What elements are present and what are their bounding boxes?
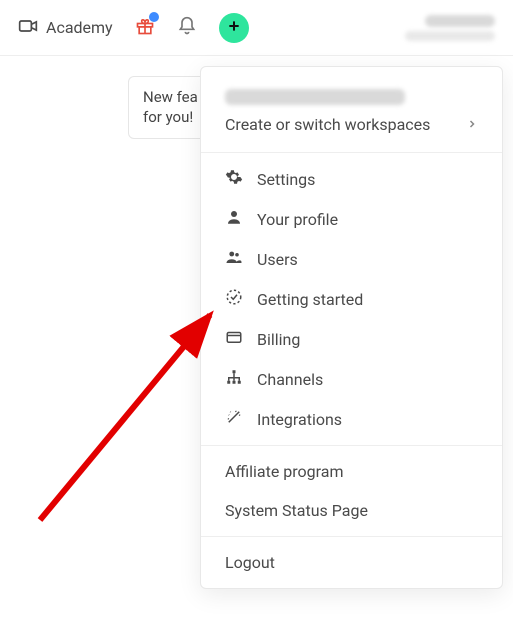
plus-icon	[226, 18, 242, 38]
menu-item-status[interactable]: System Status Page	[201, 491, 502, 530]
academy-label: Academy	[46, 18, 113, 37]
gear-icon	[225, 168, 243, 190]
user-menu-trigger[interactable]	[405, 15, 495, 41]
user-name-redacted	[425, 15, 495, 27]
notification-dot-icon	[149, 12, 159, 22]
menu-label: Integrations	[257, 410, 342, 429]
menu-label: Logout	[225, 553, 275, 572]
menu-label: Channels	[257, 370, 323, 389]
menu-label: Settings	[257, 170, 315, 189]
wand-icon	[225, 408, 243, 430]
chevron-right-icon	[466, 115, 478, 134]
menu-item-settings[interactable]: Settings	[201, 159, 502, 199]
menu-divider	[201, 445, 502, 446]
add-button[interactable]	[219, 13, 249, 43]
gift-button[interactable]	[135, 16, 155, 40]
menu-label: Getting started	[257, 290, 363, 309]
menu-label: Affiliate program	[225, 462, 343, 481]
progress-circle-icon	[225, 288, 243, 310]
credit-card-icon	[225, 328, 243, 350]
users-icon	[225, 248, 243, 270]
menu-label: Users	[257, 250, 298, 269]
user-sub-redacted	[405, 31, 495, 41]
bell-icon	[177, 16, 197, 40]
menu-item-users[interactable]: Users	[201, 239, 502, 279]
switch-workspace-label: Create or switch workspaces	[225, 115, 430, 134]
menu-divider	[201, 536, 502, 537]
menu-item-billing[interactable]: Billing	[201, 319, 502, 359]
menu-divider	[201, 152, 502, 153]
workspace-name-redacted	[225, 89, 405, 105]
menu-item-getting-started[interactable]: Getting started	[201, 279, 502, 319]
menu-item-profile[interactable]: Your profile	[201, 199, 502, 239]
menu-item-affiliate[interactable]: Affiliate program	[201, 452, 502, 491]
menu-label: Billing	[257, 330, 300, 349]
user-dropdown-menu: Create or switch workspaces Settings You…	[200, 66, 503, 589]
tooltip-line1: New fea	[143, 87, 198, 107]
menu-item-logout[interactable]: Logout	[201, 543, 502, 582]
menu-label: System Status Page	[225, 501, 368, 520]
tooltip-line2: for you!	[143, 107, 198, 127]
notifications-button[interactable]	[177, 16, 197, 40]
menu-item-channels[interactable]: Channels	[201, 359, 502, 399]
sitemap-icon	[225, 368, 243, 390]
menu-item-integrations[interactable]: Integrations	[201, 399, 502, 439]
topbar: Academy	[0, 0, 513, 56]
user-icon	[225, 208, 243, 230]
video-icon	[18, 16, 38, 40]
switch-workspace-item[interactable]: Create or switch workspaces	[201, 109, 502, 146]
academy-link[interactable]: Academy	[18, 16, 113, 40]
menu-label: Your profile	[257, 210, 338, 229]
